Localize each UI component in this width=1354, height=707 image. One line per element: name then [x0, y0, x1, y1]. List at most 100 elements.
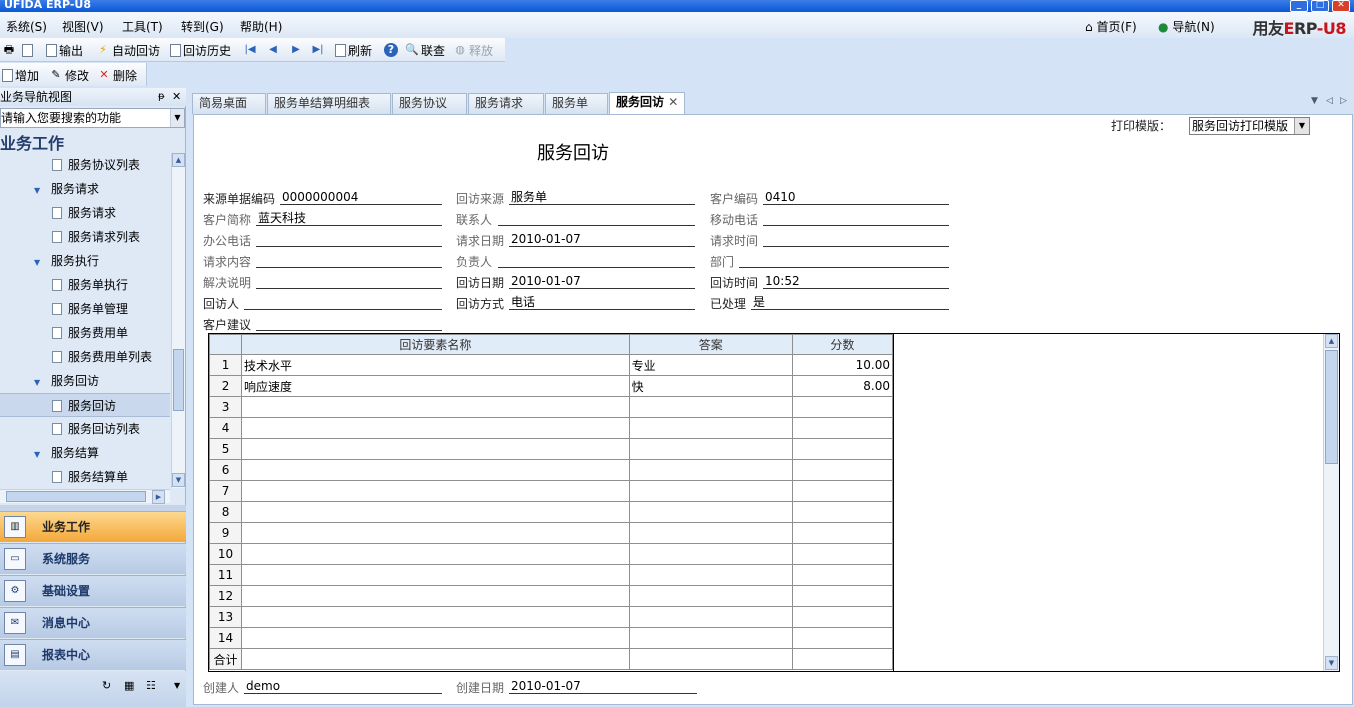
answer-cell[interactable] [628, 627, 793, 649]
print-template-select[interactable]: 服务回访打印模版 ▼ [1189, 117, 1310, 135]
score-cell[interactable] [791, 585, 894, 607]
item-name-cell[interactable] [241, 501, 630, 523]
scroll-thumb[interactable] [173, 349, 184, 411]
table-row[interactable]: 7 [208, 480, 894, 502]
create-date-field[interactable]: 2010-01-07 [509, 678, 697, 694]
refresh-small-icon[interactable]: ↻ [102, 679, 111, 692]
request-date-field[interactable]: 2010-01-07 [509, 231, 695, 247]
score-cell[interactable] [791, 627, 894, 649]
score-cell[interactable] [791, 501, 894, 523]
preview-button[interactable] [22, 42, 35, 58]
table-row[interactable]: 1 技术水平 专业 10.00 [208, 354, 894, 376]
last-record-button[interactable]: ▶| [311, 42, 327, 58]
score-cell[interactable] [791, 480, 894, 502]
item-name-cell[interactable] [241, 480, 630, 502]
scroll-down-icon[interactable]: ▼ [1325, 656, 1338, 670]
module-message-center[interactable]: ✉ 消息中心 [0, 607, 186, 638]
nav-horizontal-scrollbar[interactable]: ▶ [0, 489, 170, 504]
table-row[interactable]: 4 [208, 417, 894, 439]
mobile-field[interactable] [763, 210, 949, 226]
chevron-down-icon[interactable]: ▼ [174, 681, 180, 690]
item-name-cell[interactable] [241, 627, 630, 649]
score-cell[interactable] [791, 417, 894, 439]
menu-tools[interactable]: 工具(T) [122, 18, 163, 35]
table-row[interactable]: 2 响应速度快 8.00 [208, 375, 894, 397]
add-button[interactable]: 增加 [2, 67, 39, 83]
tab-scroll-right-icon[interactable]: ▷ [1340, 96, 1347, 106]
navigate-link[interactable]: ● 导航(N) [1158, 18, 1215, 35]
module-business-work[interactable]: ▥ 业务工作 [0, 511, 186, 542]
modify-button[interactable]: ✎ 修改 [49, 67, 89, 83]
tab-simple-desktop[interactable]: 简易桌面 [192, 93, 266, 114]
answer-cell[interactable] [628, 459, 793, 481]
table-row[interactable]: 6 [208, 459, 894, 481]
tree-item[interactable]: 服务费用单列表 [0, 345, 170, 369]
item-name-cell[interactable]: 技术水平 [241, 354, 630, 376]
visit-history-button[interactable]: 回访历史 [170, 42, 231, 58]
tree-item[interactable]: 服务费用单 [0, 321, 170, 345]
item-name-cell[interactable] [241, 459, 630, 481]
score-cell[interactable] [791, 543, 894, 565]
menu-view[interactable]: 视图(V) [62, 18, 104, 35]
answer-cell[interactable]: 快 [628, 375, 793, 397]
owner-field[interactable] [498, 252, 695, 268]
scroll-right-icon[interactable]: ▶ [152, 490, 165, 504]
menu-goto[interactable]: 转到(G) [181, 18, 224, 35]
item-name-cell[interactable] [241, 438, 630, 460]
tree-group[interactable]: ▼ 服务结算 [0, 441, 170, 465]
menu-help[interactable]: 帮助(H) [240, 18, 282, 35]
answer-cell[interactable] [628, 543, 793, 565]
module-basic-settings[interactable]: ⚙ 基础设置 [0, 575, 186, 606]
table-row[interactable]: 13 [208, 606, 894, 628]
dept-field[interactable] [739, 252, 949, 268]
tree-item[interactable]: 服务回访 [0, 393, 170, 417]
score-cell[interactable] [791, 606, 894, 628]
table-row[interactable]: 11 [208, 564, 894, 586]
item-name-cell[interactable] [241, 543, 630, 565]
hscroll-thumb[interactable] [6, 491, 146, 502]
tree-item[interactable]: 服务协议列表 [0, 153, 170, 177]
auto-visit-button[interactable]: ⚡ 自动回访 [96, 42, 160, 58]
item-name-cell[interactable] [241, 606, 630, 628]
answer-cell[interactable] [628, 501, 793, 523]
column-header-item-name[interactable]: 回访要素名称 [241, 334, 630, 355]
tab-list-icon[interactable]: ▼ [1311, 96, 1318, 106]
visit-time-field[interactable]: 10:52 [763, 273, 949, 289]
first-record-button[interactable]: |◀ [243, 42, 259, 58]
module-report-center[interactable]: ▤ 报表中心 [0, 639, 186, 670]
request-time-field[interactable] [763, 231, 949, 247]
item-name-cell[interactable] [241, 522, 630, 544]
menu-system[interactable]: 系统(S) [6, 18, 47, 35]
score-cell[interactable] [791, 564, 894, 586]
scroll-up-icon[interactable]: ▲ [1325, 334, 1338, 348]
item-name-cell[interactable] [241, 564, 630, 586]
answer-cell[interactable]: 专业 [628, 354, 793, 376]
release-button[interactable]: ◍ 释放 [453, 42, 493, 58]
visit-source-field[interactable]: 服务单 [509, 189, 695, 205]
nav-search-input[interactable]: 请输入您要搜索的功能 ▼ [0, 108, 185, 128]
score-cell[interactable] [791, 438, 894, 460]
refresh-button[interactable]: 刷新 [335, 42, 372, 58]
answer-cell[interactable] [628, 585, 793, 607]
module-system-service[interactable]: ▭ 系统服务 [0, 543, 186, 574]
close-panel-icon[interactable]: ✕ [172, 88, 181, 106]
answer-cell[interactable] [628, 564, 793, 586]
customer-abbr-field[interactable]: 蓝天科技 [256, 210, 442, 226]
next-record-button[interactable]: ▶ [289, 42, 305, 58]
tab-service-agreement[interactable]: 服务协议 [392, 93, 467, 114]
scroll-up-icon[interactable]: ▲ [172, 153, 185, 167]
nav-vertical-scrollbar[interactable]: ▲ ▼ [171, 153, 185, 488]
table-row[interactable]: 3 [208, 396, 894, 418]
answer-cell[interactable] [628, 396, 793, 418]
column-header-score[interactable]: 分数 [791, 334, 894, 355]
table-row[interactable]: 14 [208, 627, 894, 649]
link-query-button[interactable]: 🔍 联查 [405, 42, 445, 58]
answer-cell[interactable] [628, 606, 793, 628]
tree-item[interactable]: 服务请求 [0, 201, 170, 225]
prev-record-button[interactable]: ◀ [266, 42, 282, 58]
visit-method-field[interactable]: 电话 [509, 294, 695, 310]
score-cell[interactable] [791, 396, 894, 418]
answer-cell[interactable] [628, 480, 793, 502]
help-button[interactable]: ? [384, 42, 400, 58]
grid-vertical-scrollbar[interactable]: ▲ ▼ [1323, 334, 1339, 671]
